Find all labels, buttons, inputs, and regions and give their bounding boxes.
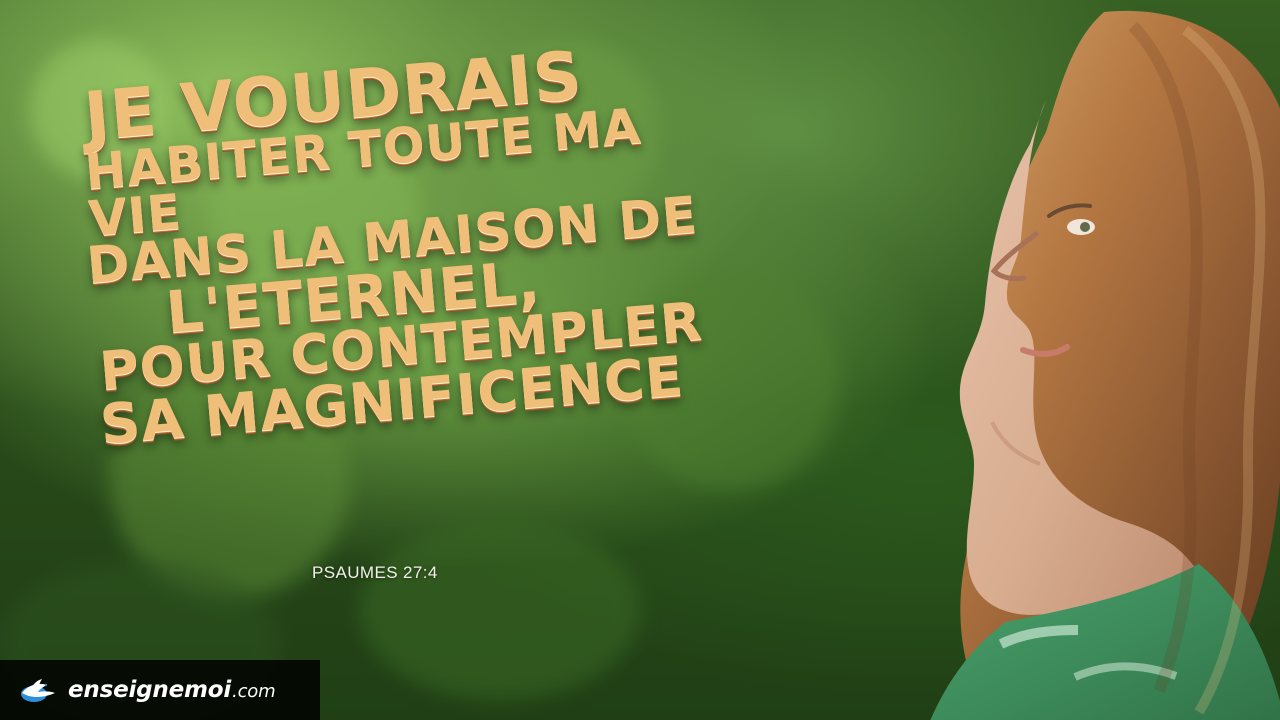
brand-bar: enseignemoi.com: [0, 660, 320, 720]
verse-reference: PSAUMES 27:4: [312, 563, 438, 582]
woman-profile-illustration: [930, 10, 1280, 720]
bokeh-light: [360, 520, 640, 700]
brand-site-name: enseignemoi: [68, 677, 232, 703]
dove-globe-icon: [21, 679, 55, 702]
brand-domain-suffix: .com: [232, 681, 276, 702]
scene: JE VOUDRAIS HABITER TOUTE MA VIE DANS LA…: [0, 0, 1280, 720]
brand-name: enseignemoi.com: [68, 677, 276, 703]
verse-quote: JE VOUDRAIS HABITER TOUTE MA VIE DANS LA…: [72, 33, 730, 456]
